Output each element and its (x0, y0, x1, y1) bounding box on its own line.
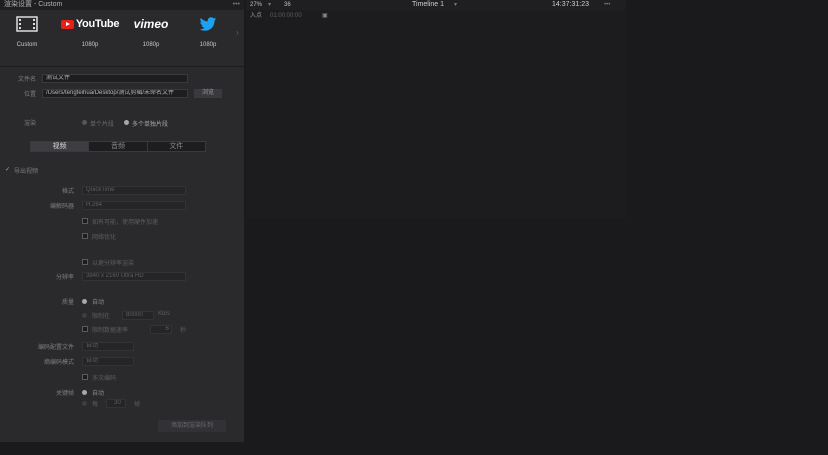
encode-profile-select[interactable]: 自动 (82, 342, 134, 351)
browse-button[interactable]: 浏览 (194, 89, 222, 98)
filename-row: 文件名 测试文件 (0, 74, 244, 85)
timeline-name[interactable]: Timeline 1 (412, 0, 444, 10)
keyframe-every-radio[interactable] (82, 401, 87, 406)
preset-label: Custom (16, 42, 38, 48)
preset-vimeo[interactable]: vimeo 1080p (126, 14, 176, 48)
format-select[interactable]: QuickTime (82, 186, 186, 195)
keyframe-every-row: 每 30 帧 (0, 399, 244, 410)
preset-twitter[interactable]: 1080p (184, 14, 232, 48)
in-point[interactable]: 01:00:00:00 (270, 10, 302, 22)
viewer-panel: 27% ▾ 36 Timeline 1 ▾ 14:37:31:23 ••• 入点… (246, 0, 626, 218)
keyframe-row: 关键帧 自动 (55, 390, 105, 397)
quality-limit-radio[interactable] (82, 313, 87, 318)
multipass-row: 多次编码 (0, 373, 244, 384)
chevron-down-icon[interactable]: ▾ (454, 0, 457, 10)
keyframe-auto-radio[interactable] (82, 390, 87, 395)
preset-youtube[interactable]: YouTube 1080p (58, 14, 122, 48)
render-mode-row: 渲染 单个片段 多个单独片段 (23, 120, 169, 128)
limit-input[interactable]: 80000 (122, 311, 154, 320)
resolution-select[interactable]: 3840 x 2160 Ultra HD (82, 272, 186, 281)
more-icon[interactable]: ••• (233, 0, 240, 10)
network-opt-checkbox[interactable] (82, 233, 88, 239)
codec-select[interactable]: H.264 (82, 201, 186, 210)
filename-input[interactable]: 测试文件 (42, 74, 188, 83)
network-opt-row: 网络优化 (0, 232, 244, 243)
format-row: 格式 QuickTime (0, 186, 244, 197)
scan-rate-checkbox[interactable] (82, 259, 88, 265)
chevron-right-icon[interactable]: › (236, 28, 239, 37)
location-input[interactable]: /Users/tengfeihua/Desktop/测试剪辑/未命名文件 (42, 89, 188, 98)
render-settings-panel: 渲染设置 - Custom ••• Custom YouTube 1080p v… (0, 0, 244, 442)
limit-data-row: 限制数据速率 6 秒 (0, 325, 244, 336)
multipass-checkbox[interactable] (82, 374, 88, 380)
zoom-level[interactable]: 27% (250, 0, 262, 10)
in-out-bar: 入点 01:00:00:00 ▣ (246, 10, 626, 22)
resolution-row: 分辨率 3840 x 2160 Ultra HD (0, 272, 244, 283)
location-row: 位置 /Users/tengfeihua/Desktop/测试剪辑/未命名文件 … (0, 89, 244, 100)
settings-tabs: 视频 音频 文件 (30, 141, 206, 152)
checkmark-icon[interactable]: ✓ (5, 166, 10, 173)
viewer-header: 27% ▾ 36 Timeline 1 ▾ 14:37:31:23 ••• (246, 0, 626, 10)
tab-audio[interactable]: 音频 (88, 142, 146, 151)
encode-profile-row: 编码配置文件 自动 (0, 342, 244, 353)
render-settings-header: 渲染设置 - Custom ••• (0, 0, 244, 10)
twitter-icon (184, 14, 232, 34)
scan-rate-row: 以更分辨率渲染 (0, 258, 244, 269)
export-video-row: ✓ 导出视频 (5, 166, 39, 175)
tab-file[interactable]: 文件 (146, 142, 205, 151)
hw-accel-checkbox[interactable] (82, 218, 88, 224)
preset-custom[interactable]: Custom (2, 14, 52, 48)
preset-label: 1080p (81, 42, 99, 48)
quality-auto-radio[interactable] (82, 299, 87, 304)
film-icon (2, 14, 52, 34)
fps-value: 36 (284, 2, 291, 8)
entropy-row: 熵编码模式 自动 (0, 357, 244, 368)
keyframe-every-input[interactable]: 30 (106, 399, 126, 408)
quality-row: 质量 自动 (61, 299, 105, 306)
youtube-logo: YouTube (58, 14, 122, 34)
single-clip-radio[interactable] (82, 120, 87, 125)
limit-row: 限制在 80000 Kb/s (0, 311, 244, 322)
add-to-queue-button[interactable]: 添加到渲染队列 (158, 420, 226, 432)
divider (0, 66, 244, 67)
render-settings-title: 渲染设置 - Custom (4, 1, 63, 8)
codec-row: 编解码器 H.264 (0, 201, 244, 212)
more-icon[interactable]: ••• (604, 0, 610, 10)
tab-video[interactable]: 视频 (31, 142, 89, 151)
limit-data-input[interactable]: 6 (150, 325, 172, 334)
top-timecode: 14:37:31:23 (552, 1, 589, 8)
preset-label: 1080p (199, 42, 217, 48)
film-icon[interactable]: ▣ (322, 10, 328, 22)
preset-label: 1080p (142, 42, 160, 48)
limit-data-checkbox[interactable] (82, 326, 88, 332)
chevron-down-icon[interactable]: ▾ (268, 0, 271, 10)
hw-accel-row: 如有可能，使用硬件加速 (0, 217, 244, 228)
multi-clip-radio[interactable] (124, 120, 129, 125)
vimeo-logo: vimeo (133, 17, 169, 31)
entropy-select[interactable]: 自动 (82, 357, 134, 366)
